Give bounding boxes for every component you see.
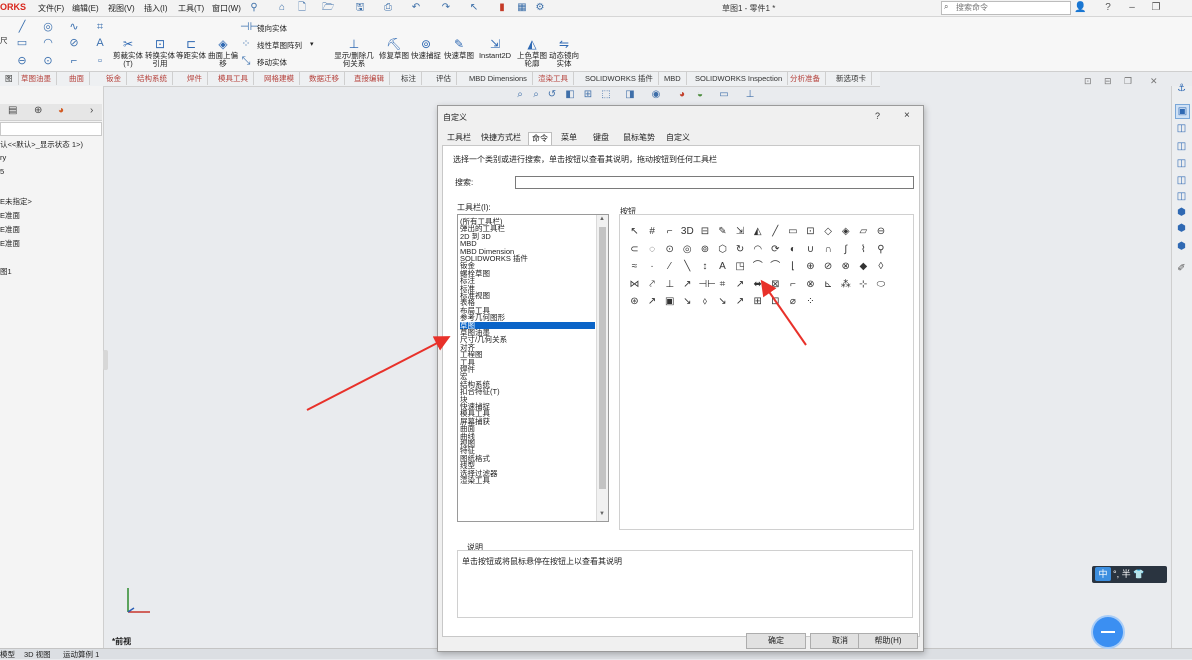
ime-status: °, 半 👕 <box>1113 569 1145 579</box>
arrow-to-sketch-category <box>306 336 451 411</box>
annotation-arrows <box>306 279 807 411</box>
arrow-to-button <box>760 279 807 346</box>
minus-icon <box>1101 631 1115 633</box>
ime-language: 中 <box>1095 567 1111 581</box>
ime-indicator[interactable]: 中 °, 半 👕 <box>1092 566 1167 583</box>
floating-assistant-button[interactable] <box>1093 617 1123 647</box>
